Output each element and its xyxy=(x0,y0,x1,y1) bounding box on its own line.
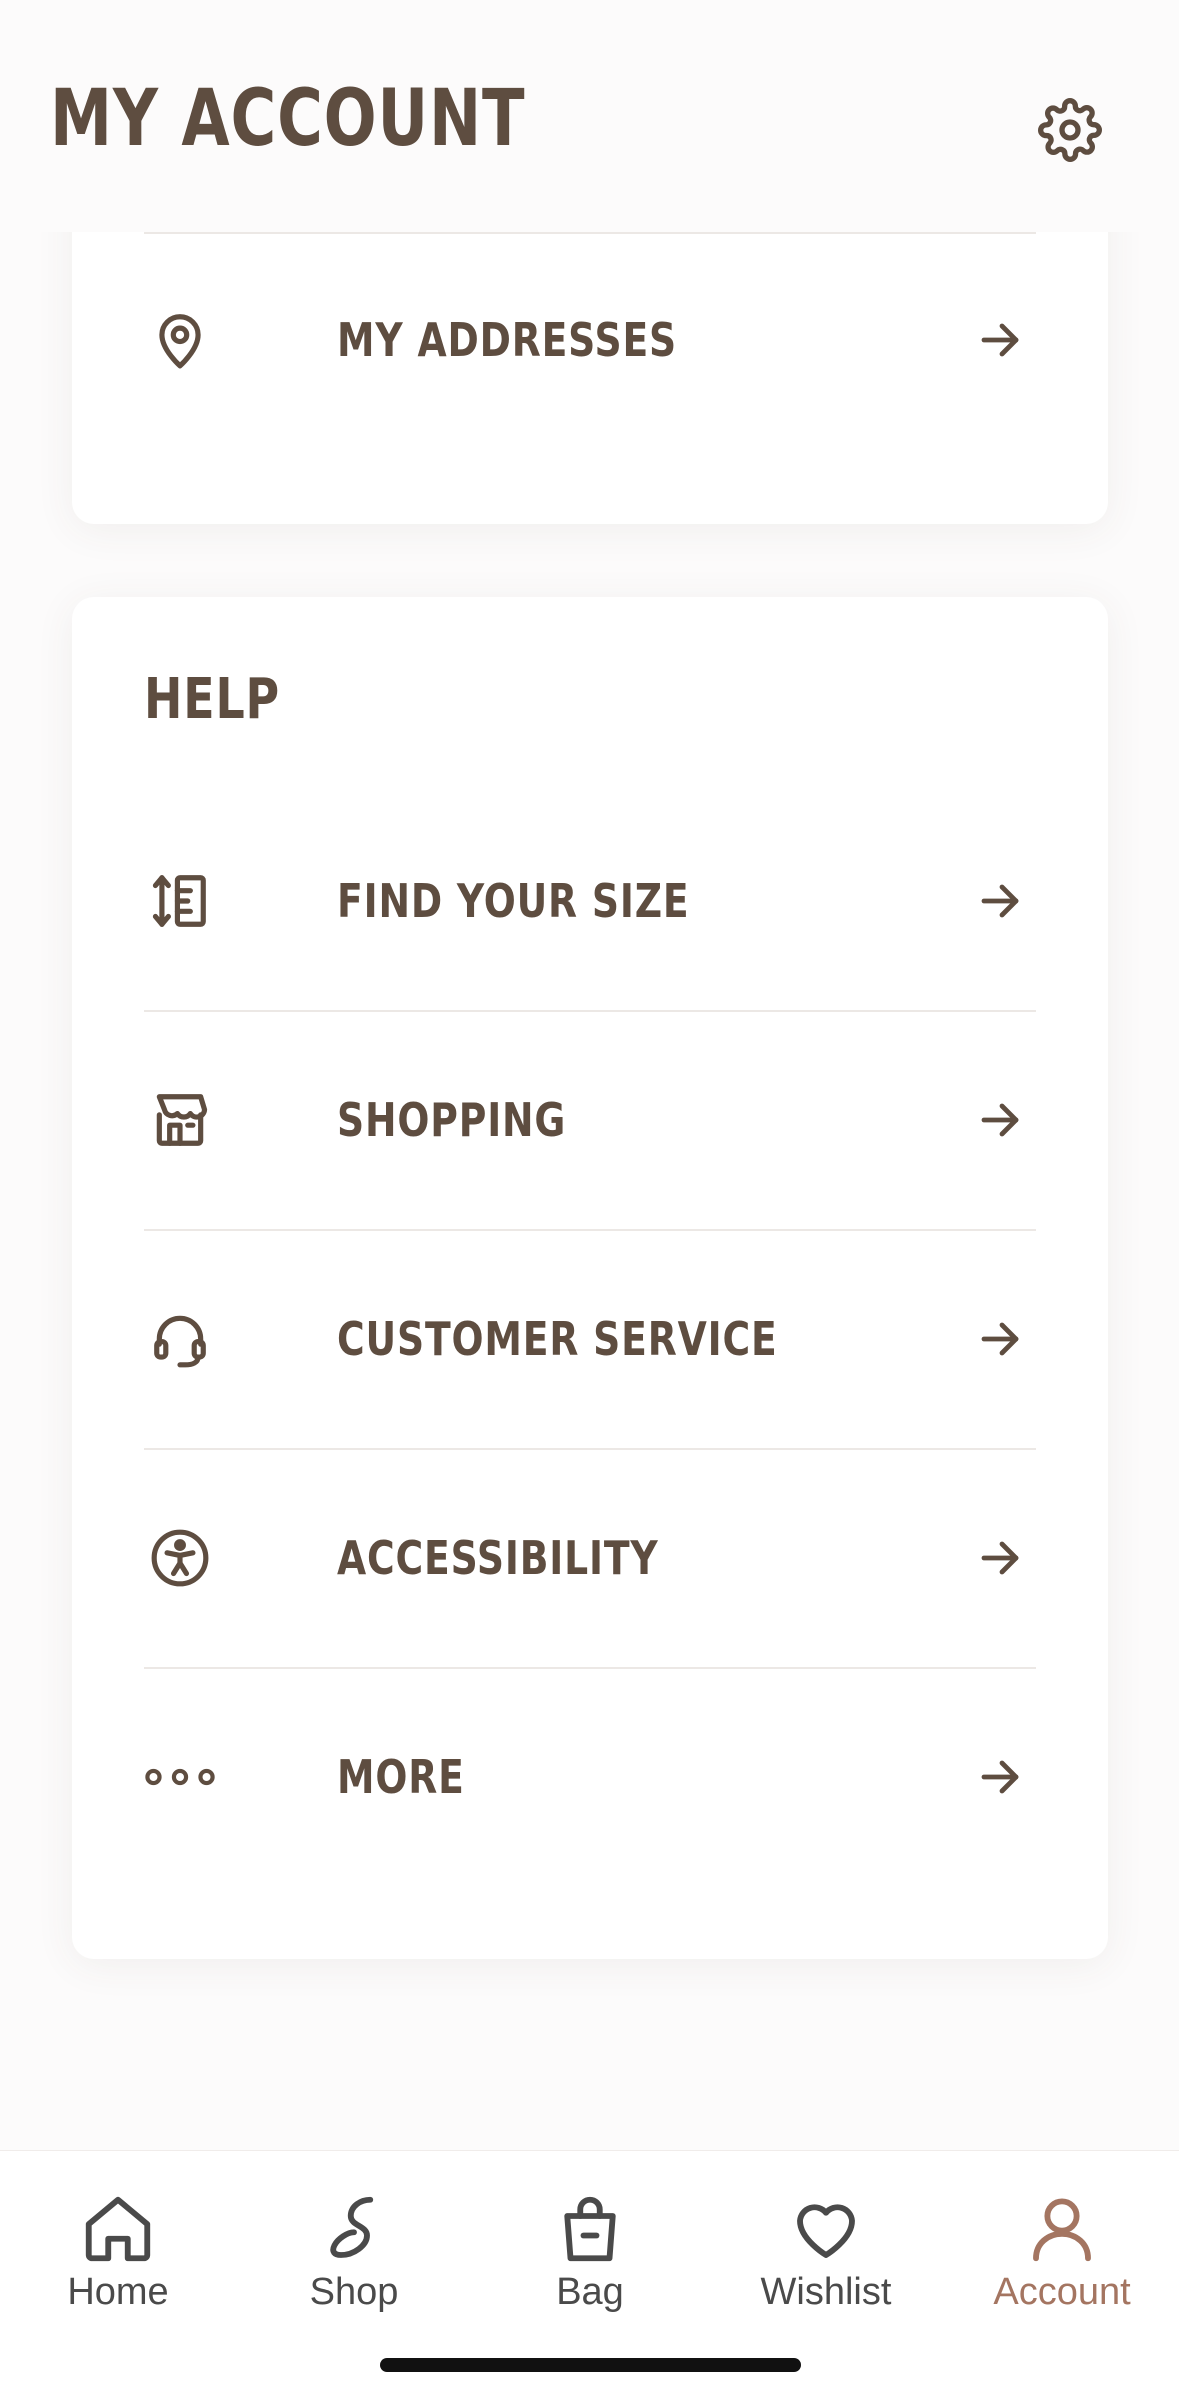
heart-icon xyxy=(786,2189,866,2269)
divider xyxy=(144,1667,1036,1669)
home-indicator xyxy=(380,2358,801,2372)
section-title-help: HELP xyxy=(144,667,281,732)
size-ruler-icon xyxy=(144,865,216,937)
home-icon xyxy=(78,2189,158,2269)
tab-label: Bag xyxy=(556,2271,624,2313)
menu-item-label: SHOPPING xyxy=(337,1093,567,1147)
menu-item-my-addresses[interactable]: MY ADDRESSES xyxy=(144,280,1036,400)
divider xyxy=(144,1010,1036,1012)
arrow-right-icon xyxy=(972,1092,1028,1148)
divider xyxy=(144,1229,1036,1231)
user-icon xyxy=(1022,2189,1102,2269)
tab-label: Shop xyxy=(309,2271,399,2313)
arrow-right-icon xyxy=(972,873,1028,929)
headset-icon xyxy=(144,1303,216,1375)
menu-item-accessibility[interactable]: ACCESSIBILITY xyxy=(144,1498,1036,1618)
arrow-right-icon xyxy=(972,1530,1028,1586)
menu-item-label: CUSTOMER SERVICE xyxy=(337,1312,778,1366)
menu-item-shopping[interactable]: SHOPPING xyxy=(144,1060,1036,1180)
settings-button[interactable] xyxy=(1030,90,1110,170)
divider xyxy=(144,232,1036,234)
tab-label: Home xyxy=(67,2271,169,2313)
shop-icon xyxy=(314,2189,394,2269)
help-card: HELP FIND YOUR SIZE SHOPPING CUSTOMER SE… xyxy=(72,597,1108,1959)
divider xyxy=(144,1448,1036,1450)
arrow-right-icon xyxy=(972,1749,1028,1805)
accessibility-icon xyxy=(144,1522,216,1594)
gear-icon xyxy=(1038,98,1102,162)
map-pin-icon xyxy=(144,304,216,376)
arrow-right-icon xyxy=(972,1311,1028,1367)
tab-wishlist[interactable]: Wishlist xyxy=(708,2189,944,2329)
store-icon xyxy=(144,1084,216,1156)
tab-home[interactable]: Home xyxy=(0,2189,236,2329)
tab-bag[interactable]: Bag xyxy=(472,2189,708,2329)
bag-icon xyxy=(550,2189,630,2269)
menu-item-more[interactable]: MORE xyxy=(144,1717,1036,1837)
tab-shop[interactable]: Shop xyxy=(236,2189,472,2329)
tab-label: Wishlist xyxy=(760,2271,892,2313)
menu-item-label: FIND YOUR SIZE xyxy=(337,874,690,928)
menu-item-find-your-size[interactable]: FIND YOUR SIZE xyxy=(144,841,1036,961)
menu-item-label: ACCESSIBILITY xyxy=(337,1531,659,1585)
page-title: MY ACCOUNT xyxy=(50,74,526,164)
menu-item-label: MORE xyxy=(337,1750,465,1804)
tab-label: Account xyxy=(993,2271,1131,2313)
arrow-right-icon xyxy=(972,312,1028,368)
menu-item-customer-service[interactable]: CUSTOMER SERVICE xyxy=(144,1279,1036,1399)
app-header: MY ACCOUNT xyxy=(0,0,1179,232)
tab-account[interactable]: Account xyxy=(944,2189,1179,2329)
menu-item-label: MY ADDRESSES xyxy=(337,313,678,367)
more-dots-icon xyxy=(144,1741,216,1813)
